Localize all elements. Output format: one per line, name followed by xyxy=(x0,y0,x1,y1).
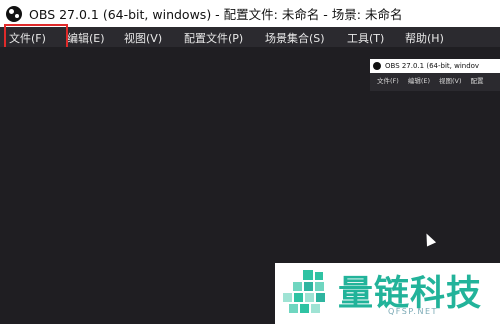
watermark-logo-icon xyxy=(281,268,329,316)
watermark-domain: QFSP.NET xyxy=(388,307,438,316)
menu-scene-collection[interactable]: 场景集合(S) xyxy=(265,30,325,46)
preview-title-bar: OBS 27.0.1 (64-bit, windov xyxy=(370,59,500,73)
preview-obs-icon xyxy=(373,62,381,70)
obs-app-icon xyxy=(6,5,22,22)
watermark: 量链科技 QFSP.NET xyxy=(275,263,500,324)
menu-view[interactable]: 视图(V) xyxy=(124,30,162,46)
menu-profile[interactable]: 配置文件(P) xyxy=(184,30,243,46)
title-bar: OBS 27.0.1 (64-bit, windows) - 配置文件: 未命名… xyxy=(0,0,500,27)
preview-menu-bar: 文件(F) 编辑(E) 视图(V) 配置 xyxy=(370,73,500,87)
window-title: OBS 27.0.1 (64-bit, windows) - 配置文件: 未命名… xyxy=(29,7,403,22)
preview-window-title: OBS 27.0.1 (64-bit, windov xyxy=(385,62,480,70)
preview-menu-profile: 配置 xyxy=(470,77,484,85)
menu-help[interactable]: 帮助(H) xyxy=(405,30,444,46)
menu-bar: 文件(F) 编辑(E) 视图(V) 配置文件(P) 场景集合(S) 工具(T) … xyxy=(0,27,500,47)
preview-window-thumbnail: OBS 27.0.1 (64-bit, windov 文件(F) 编辑(E) 视… xyxy=(370,59,500,91)
menu-tools[interactable]: 工具(T) xyxy=(347,30,384,46)
menu-edit[interactable]: 编辑(E) xyxy=(67,30,105,46)
preview-menu-file: 文件(F) xyxy=(377,77,399,85)
preview-menu-view: 视图(V) xyxy=(439,77,462,85)
preview-menu-edit: 编辑(E) xyxy=(407,77,430,85)
